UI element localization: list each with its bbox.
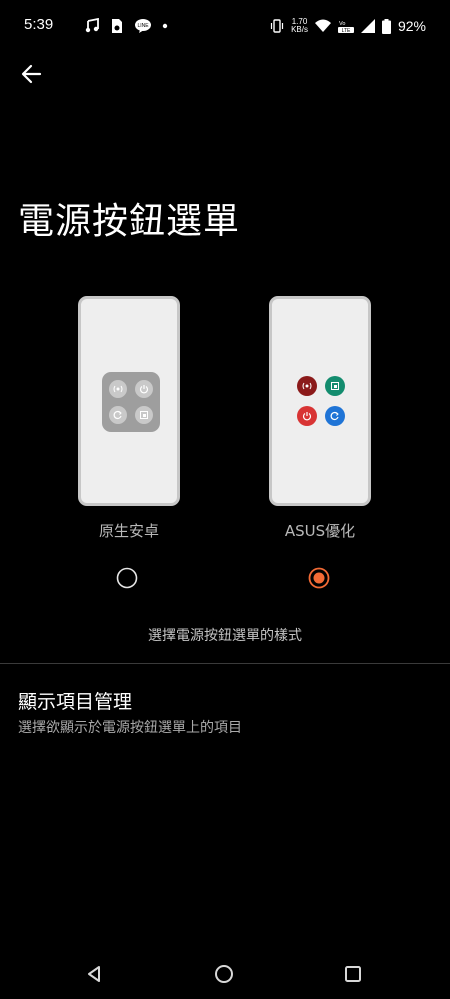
phone-preview-asus — [269, 296, 371, 506]
restart-icon — [109, 406, 127, 424]
option-label-asus: ASUS優化 — [284, 522, 356, 540]
emergency-icon — [297, 376, 317, 396]
phone-preview-native — [78, 296, 180, 506]
radio-asus-optimized[interactable] — [308, 567, 330, 589]
dot-icon — [162, 23, 168, 29]
battery-icon — [381, 18, 391, 34]
back-button[interactable] — [18, 60, 46, 88]
status-bar: 5:39 LINE 1.70 KB/s Vo LTE 92% — [0, 0, 450, 52]
battery-percent: 92% — [397, 18, 426, 34]
circle-home-icon — [215, 965, 233, 983]
navigation-bar — [0, 950, 450, 999]
line-app-icon: LINE — [135, 19, 151, 33]
divider — [0, 663, 450, 664]
wifi-icon — [314, 19, 331, 32]
svg-text:Vo: Vo — [339, 21, 345, 27]
status-left-icons: LINE — [84, 16, 168, 36]
power-icon — [297, 406, 317, 426]
notification-app-icon — [112, 19, 122, 33]
option-label-native: 原生安卓 — [98, 522, 159, 540]
screenshot-icon — [325, 376, 345, 396]
nav-back-button[interactable] — [82, 962, 106, 986]
triangle-back-icon — [88, 966, 100, 982]
svg-text:LTE: LTE — [342, 28, 351, 33]
status-right-icons: 1.70 KB/s Vo LTE 92% — [270, 16, 426, 36]
emergency-icon — [109, 380, 127, 398]
manage-items-setting[interactable]: 顯示項目管理 選擇欲顯示於電源按鈕選單上的項目 — [0, 675, 450, 745]
power-icon — [135, 380, 153, 398]
screenshot-icon — [135, 406, 153, 424]
option-asus-optimized[interactable]: ASUS優化 — [269, 296, 373, 540]
radio-checked-icon — [308, 567, 330, 589]
radio-native-android[interactable] — [116, 567, 138, 589]
volte-icon: Vo LTE — [337, 21, 354, 33]
restart-icon — [325, 406, 345, 426]
nav-home-button[interactable] — [212, 962, 236, 986]
radio-unchecked-icon — [116, 567, 138, 589]
network-speed-unit: KB/s — [291, 25, 308, 34]
music-note-icon — [85, 18, 99, 33]
signal-icon — [360, 19, 375, 33]
style-description: 選擇電源按鈕選單的樣式 — [148, 628, 302, 644]
network-speed: 1.70 KB/s — [291, 18, 308, 34]
manage-items-title: 顯示項目管理 — [18, 691, 133, 713]
vibrate-icon — [270, 19, 284, 33]
square-recents-icon — [345, 966, 361, 982]
nav-recents-button[interactable] — [341, 962, 365, 986]
svg-text:LINE: LINE — [137, 23, 149, 29]
arrow-back-icon — [21, 64, 42, 84]
power-menu-panel — [102, 372, 160, 432]
page-title: 電源按鈕選單 — [18, 201, 241, 242]
option-native-android[interactable]: 原生安卓 — [78, 296, 182, 540]
status-time: 5:39 — [24, 16, 54, 33]
manage-items-subtitle: 選擇欲顯示於電源按鈕選單上的項目 — [18, 720, 242, 736]
